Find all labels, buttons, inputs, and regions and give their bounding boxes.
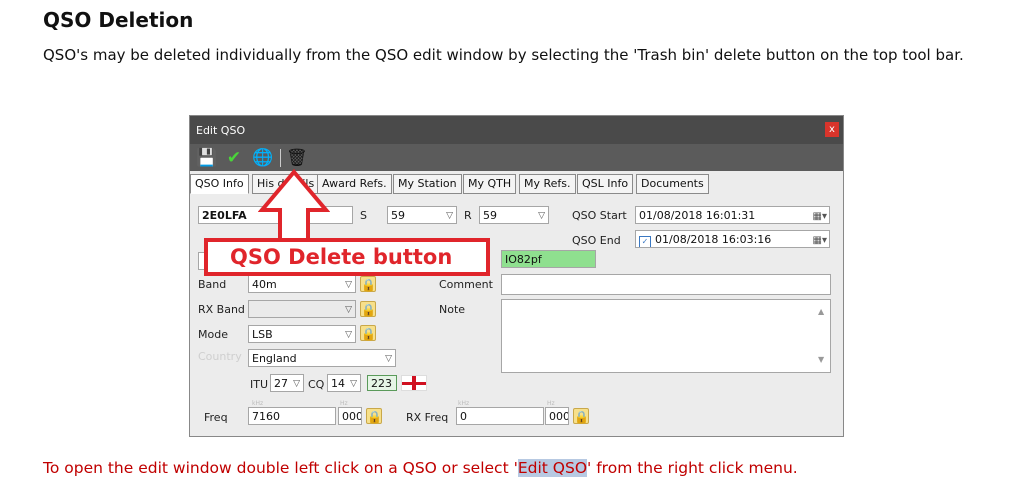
- comment-label: Comment: [439, 278, 493, 291]
- s-report-select[interactable]: 59 ▽: [387, 206, 457, 224]
- tab-documents[interactable]: Documents: [636, 174, 709, 194]
- freq-label: Freq: [204, 411, 228, 424]
- doc-title: QSO Deletion: [43, 8, 194, 32]
- tab-my-qth[interactable]: My QTH: [463, 174, 517, 194]
- hz-label: Hz: [547, 400, 555, 407]
- khz-label: kHz: [458, 400, 470, 407]
- lock-icon[interactable]: 🔒: [360, 276, 376, 292]
- calendar-icon: ▦▾: [812, 235, 827, 246]
- country-select[interactable]: England ▽: [248, 349, 396, 367]
- comment-input[interactable]: [501, 274, 831, 295]
- trash-icon[interactable]: 🗑: [286, 148, 308, 168]
- england-flag-icon: [401, 375, 427, 391]
- lock-icon[interactable]: 🔒: [573, 408, 589, 424]
- save-icon[interactable]: 💾: [196, 148, 217, 168]
- qso-end-label: QSO End: [572, 234, 621, 247]
- cq-label: CQ: [308, 378, 325, 391]
- globe-icon[interactable]: 🌐: [252, 148, 273, 168]
- toolbar-separator: [280, 149, 281, 167]
- chevron-down-icon: ▽: [345, 280, 352, 290]
- chevron-down-icon: ▽: [446, 211, 453, 221]
- tab-my-station[interactable]: My Station: [393, 174, 462, 194]
- chevron-down-icon: ▽: [385, 354, 392, 364]
- footer-highlight: Edit QSO: [517, 459, 588, 477]
- callout-arrow: [258, 168, 330, 244]
- note-textarea[interactable]: ▲ ▼: [501, 299, 831, 373]
- doc-footer: To open the edit window double left clic…: [43, 459, 798, 477]
- rx-band-select[interactable]: ▽: [248, 300, 356, 318]
- chevron-down-icon: ▽: [538, 211, 545, 221]
- window-title: Edit QSO: [196, 124, 246, 137]
- hz-label: Hz: [340, 400, 348, 407]
- freq-khz-input[interactable]: 7160: [248, 407, 336, 425]
- mode-select[interactable]: LSB ▽: [248, 325, 356, 343]
- window-titlebar: Edit QSO x: [190, 116, 843, 144]
- rx-band-label: RX Band: [198, 303, 245, 316]
- r-report-select[interactable]: 59 ▽: [479, 206, 549, 224]
- doc-paragraph: QSO's may be deleted individually from t…: [43, 46, 964, 64]
- band-select[interactable]: 40m ▽: [248, 275, 356, 293]
- lock-icon[interactable]: 🔒: [360, 301, 376, 317]
- itu-label: ITU: [250, 378, 269, 391]
- chevron-down-icon: ▽: [350, 379, 357, 389]
- rx-freq-khz-input[interactable]: 0: [456, 407, 544, 425]
- chevron-down-icon: ▽: [345, 330, 352, 340]
- calendar-icon: ▦▾: [812, 211, 827, 222]
- lock-icon[interactable]: 🔒: [360, 325, 376, 341]
- rx-freq-label: RX Freq: [406, 411, 449, 424]
- cq-select[interactable]: 14 ▽: [327, 374, 361, 392]
- close-button[interactable]: x: [825, 122, 839, 137]
- qso-start-label: QSO Start: [572, 209, 627, 222]
- r-label: R: [464, 209, 472, 222]
- checkbox-icon: ✓: [639, 236, 651, 247]
- chevron-down-icon: ▽: [345, 305, 352, 315]
- freq-hz-input[interactable]: 000: [338, 407, 362, 425]
- edit-qso-window: Edit QSO x 💾 ✔ 🌐 🗑 QSO Info His details …: [189, 115, 844, 437]
- chevron-up-icon: ▲: [818, 307, 825, 316]
- rx-freq-hz-input[interactable]: 000: [545, 407, 569, 425]
- check-icon[interactable]: ✔: [224, 148, 244, 168]
- s-label: S: [360, 209, 367, 222]
- qso-end-input[interactable]: ✓ 01/08/2018 16:03:16 ▦▾: [635, 230, 830, 248]
- band-label: Band: [198, 278, 227, 291]
- callout-label: QSO Delete button: [204, 238, 490, 276]
- tab-qso-info[interactable]: QSO Info: [190, 174, 249, 194]
- tab-qsl-info[interactable]: QSL Info: [577, 174, 634, 194]
- callout-arrow-shape: [258, 168, 330, 244]
- country-label: Country: [198, 350, 242, 363]
- khz-label: kHz: [252, 400, 264, 407]
- dxcc-badge: 223: [367, 375, 397, 391]
- note-label: Note: [439, 303, 466, 316]
- tab-my-refs[interactable]: My Refs.: [519, 174, 576, 194]
- lock-icon[interactable]: 🔒: [366, 408, 382, 424]
- scrollbar[interactable]: ▲ ▼: [817, 301, 829, 371]
- chevron-down-icon: ▽: [293, 379, 300, 389]
- chevron-down-icon: ▼: [818, 355, 825, 364]
- mode-label: Mode: [198, 328, 228, 341]
- toolbar: 💾 ✔ 🌐 🗑: [190, 144, 843, 171]
- qso-start-input[interactable]: 01/08/2018 16:01:31 ▦▾: [635, 206, 830, 224]
- itu-select[interactable]: 27 ▽: [270, 374, 304, 392]
- locator-input[interactable]: IO82pf: [501, 250, 596, 268]
